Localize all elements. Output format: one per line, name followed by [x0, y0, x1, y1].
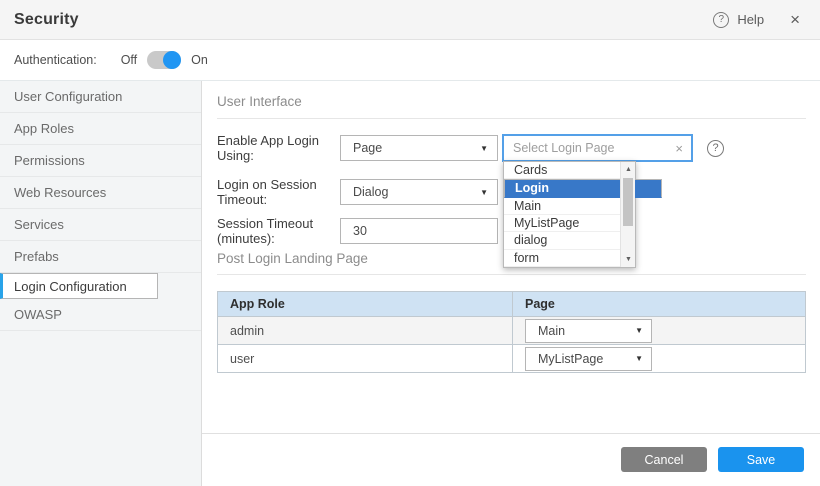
auth-on-label: On — [191, 53, 208, 67]
sidebar-item-owasp[interactable]: OWASP — [0, 299, 201, 331]
column-header-app-role: App Role — [218, 292, 513, 317]
sidebar: User Configuration App Roles Permissions… — [0, 81, 202, 486]
chevron-down-icon: ▼ — [635, 354, 643, 363]
clear-icon[interactable]: × — [675, 141, 683, 156]
toggle-knob — [163, 51, 181, 69]
app-role-cell: user — [218, 345, 513, 373]
page-select-user[interactable]: MyListPage ▼ — [525, 347, 652, 371]
sidebar-item-user-configuration[interactable]: User Configuration — [0, 81, 201, 113]
sidebar-item-web-resources[interactable]: Web Resources — [0, 177, 201, 209]
column-header-page: Page — [513, 292, 806, 317]
sidebar-item-login-configuration[interactable]: Login Configuration — [0, 273, 158, 299]
help-link[interactable]: Help — [737, 12, 764, 27]
divider — [217, 118, 806, 119]
scroll-down-icon[interactable]: ▼ — [621, 253, 636, 266]
session-timeout-minutes-input[interactable] — [340, 218, 498, 244]
login-page-combobox[interactable]: × — [502, 134, 693, 162]
close-icon[interactable]: × — [790, 11, 800, 28]
sidebar-item-permissions[interactable]: Permissions — [0, 145, 201, 177]
scroll-up-icon[interactable]: ▲ — [621, 163, 636, 176]
post-login-roles-table: App Role Page admin Main ▼ — [217, 291, 806, 373]
login-page-input[interactable] — [513, 141, 671, 155]
table-row: admin Main ▼ — [218, 317, 806, 345]
authentication-toggle[interactable] — [147, 51, 181, 69]
table-row: user MyListPage ▼ — [218, 345, 806, 373]
dialog-header: Security ? Help × — [0, 0, 820, 40]
chevron-down-icon: ▼ — [635, 326, 643, 335]
session-timeout-type-label: Login on Session Timeout: — [217, 177, 340, 207]
sidebar-item-prefabs[interactable]: Prefabs — [0, 241, 201, 273]
session-timeout-type-value: Dialog — [353, 185, 388, 199]
login-page-dropdown-list: Cards Login Main MyListPage dialog form … — [503, 161, 636, 268]
dropdown-scrollbar[interactable]: ▲ ▼ — [620, 162, 635, 267]
enable-app-login-row: Enable App Login Using: Page ▼ × ? — [217, 133, 806, 163]
app-role-cell: admin — [218, 317, 513, 345]
page-select-admin[interactable]: Main ▼ — [525, 319, 652, 343]
login-type-select[interactable]: Page ▼ — [340, 135, 498, 161]
session-timeout-minutes-label: Session Timeout (minutes): — [217, 216, 340, 246]
enable-app-login-label: Enable App Login Using: — [217, 133, 340, 163]
authentication-row: Authentication: Off On — [0, 40, 820, 81]
cancel-button[interactable]: Cancel — [621, 447, 707, 472]
chevron-down-icon: ▼ — [480, 144, 488, 153]
dropdown-option-cards[interactable]: Cards — [504, 162, 635, 179]
dropdown-option-form[interactable]: form — [504, 250, 635, 267]
dropdown-option-main[interactable]: Main — [504, 198, 635, 215]
save-button[interactable]: Save — [718, 447, 804, 472]
scrollbar-thumb[interactable] — [623, 178, 633, 226]
divider — [217, 274, 806, 275]
field-help-icon[interactable]: ? — [707, 140, 724, 157]
authentication-label: Authentication: — [14, 53, 97, 67]
dropdown-option-mylistpage[interactable]: MyListPage — [504, 215, 635, 232]
header-actions: ? Help × — [713, 11, 800, 28]
table-header-row: App Role Page — [218, 292, 806, 317]
page-select-admin-value: Main — [538, 324, 565, 338]
page-select-user-value: MyListPage — [538, 352, 603, 366]
sidebar-item-services[interactable]: Services — [0, 209, 201, 241]
sidebar-item-app-roles[interactable]: App Roles — [0, 113, 201, 145]
dropdown-option-dialog[interactable]: dialog — [504, 232, 635, 249]
page-title: Security — [14, 11, 79, 29]
content-panel: User Interface Enable App Login Using: P… — [202, 81, 820, 486]
section-title-user-interface: User Interface — [217, 94, 806, 109]
dropdown-option-login[interactable]: Login — [504, 179, 662, 197]
login-type-select-value: Page — [353, 141, 382, 155]
help-icon[interactable]: ? — [713, 12, 729, 28]
chevron-down-icon: ▼ — [480, 188, 488, 197]
session-timeout-type-select[interactable]: Dialog ▼ — [340, 179, 498, 205]
footer-bar: Cancel Save — [202, 433, 820, 486]
main-layout: User Configuration App Roles Permissions… — [0, 81, 820, 486]
auth-off-label: Off — [121, 53, 137, 67]
